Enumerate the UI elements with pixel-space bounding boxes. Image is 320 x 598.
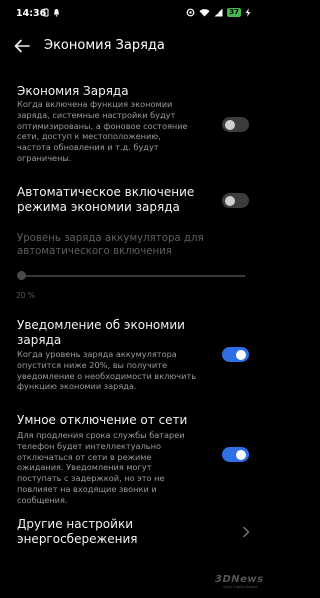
- watermark-brand: 3DNews: [215, 574, 264, 585]
- status-bar: 14:36 x 37: [0, 0, 265, 28]
- saver-notification-toggle[interactable]: [222, 347, 249, 362]
- saver-notification-title: Уведомление об экономии заряда: [17, 318, 185, 347]
- charging-bolt-icon: [245, 8, 251, 17]
- signal-ring-icon: [186, 8, 195, 17]
- watermark-tagline: Daily Digital Digest: [223, 585, 257, 589]
- watermark-logo: 3DNews Daily Digital Digest: [215, 574, 264, 589]
- battery-level-badge: 37: [227, 8, 241, 17]
- other-settings-title: Другие настройки энергосбережения: [17, 517, 138, 546]
- smart-network-description: Для продления срока службы батареи телеф…: [17, 430, 185, 505]
- vibrate-icon: [43, 8, 49, 17]
- mobile-signal-icon: x: [214, 8, 223, 17]
- toggle-knob: [236, 449, 246, 460]
- battery-saver-toggle[interactable]: [222, 117, 249, 132]
- battery-level-slider-track: [21, 275, 245, 277]
- saver-notification-description: Когда уровень заряда аккумулятора опусти…: [17, 349, 197, 392]
- auto-enable-toggle[interactable]: [222, 193, 249, 208]
- battery-level-value: 20 %: [16, 291, 36, 300]
- status-right-icons: x 37: [186, 8, 251, 17]
- toggle-knob: [236, 349, 246, 360]
- battery-level-title: Уровень заряда аккумулятора для автомати…: [17, 233, 204, 257]
- chevron-right-icon: [243, 526, 250, 538]
- back-arrow-icon[interactable]: [12, 36, 32, 56]
- battery-saver-title: Экономия Заряда: [17, 84, 129, 98]
- toggle-knob: [225, 195, 235, 206]
- toggle-knob: [225, 119, 235, 130]
- app-bar: Экономия Заряда: [0, 28, 265, 64]
- auto-enable-title: Автоматическое включение режима экономии…: [17, 185, 195, 214]
- notification-bell-icon: [53, 9, 60, 17]
- battery-level-slider-thumb[interactable]: [17, 271, 26, 280]
- battery-saver-description: Когда включена функция экономии заряда, …: [17, 99, 188, 163]
- status-left-icons: [42, 8, 60, 17]
- smart-network-toggle[interactable]: [222, 447, 249, 462]
- smart-network-title: Умное отключение от сети: [17, 413, 188, 427]
- wifi-icon: [199, 9, 210, 17]
- page-title: Экономия Заряда: [44, 38, 165, 53]
